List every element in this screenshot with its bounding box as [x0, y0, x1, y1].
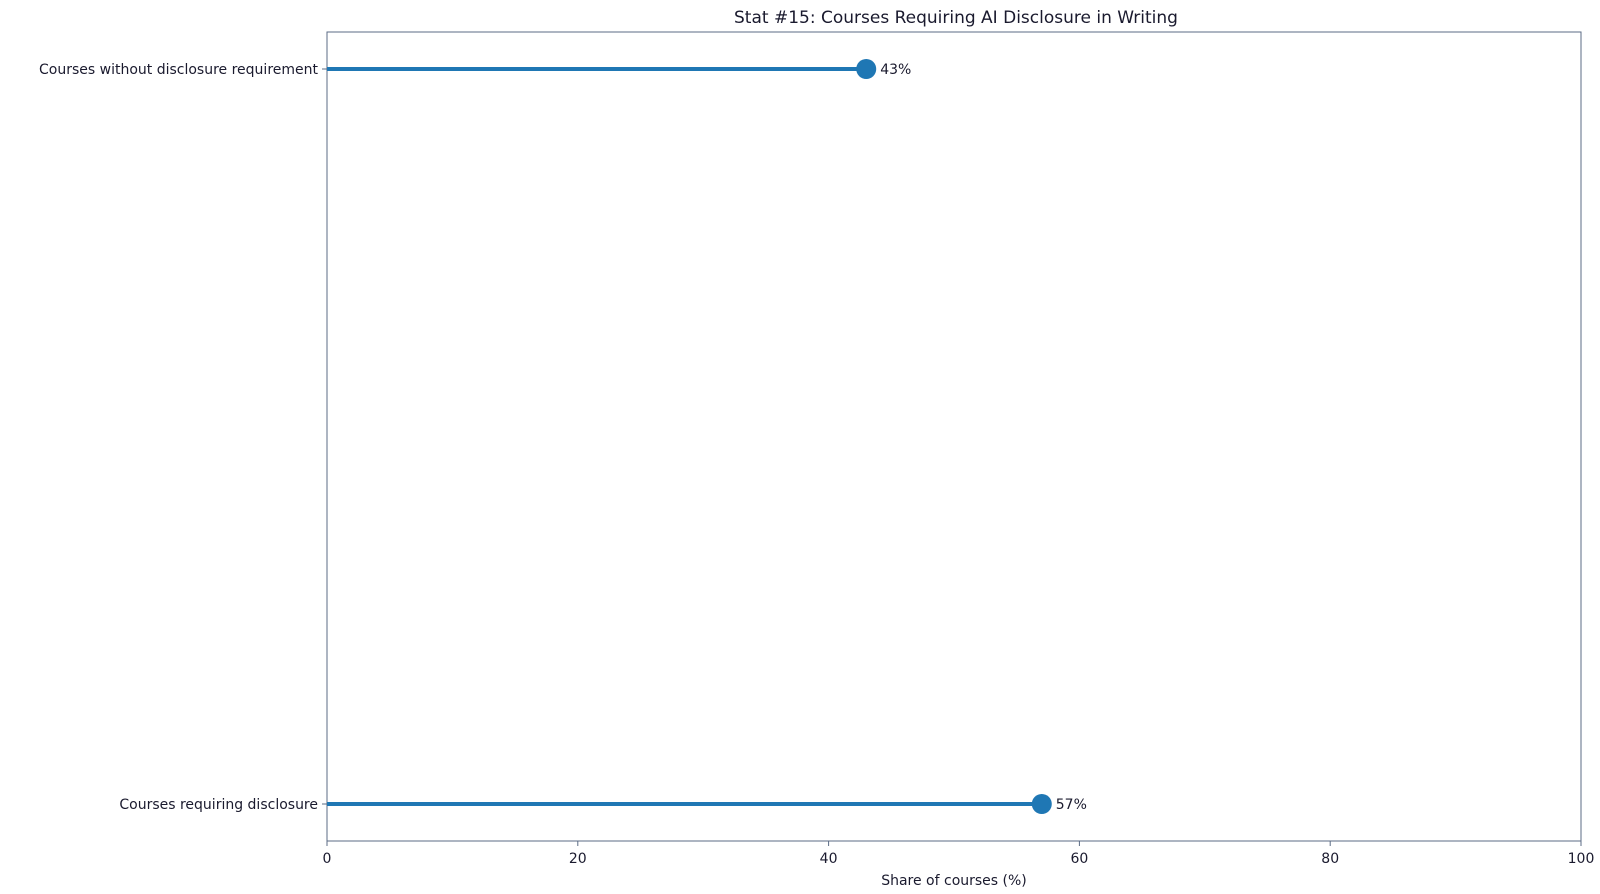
x-tick-label: 60 — [1070, 851, 1088, 867]
chart-title: Stat #15: Courses Requiring AI Disclosur… — [734, 8, 1178, 28]
x-tick-label: 0 — [323, 851, 332, 867]
data-labels: 57% 43% — [880, 62, 1087, 813]
x-axis: 0 20 40 60 80 100 — [323, 841, 1595, 867]
category-label: Courses requiring disclosure — [119, 797, 318, 813]
lollipop-dots — [856, 59, 1052, 814]
x-axis-label: Share of courses (%) — [881, 873, 1027, 889]
data-label: 43% — [880, 62, 911, 78]
data-label: 57% — [1056, 797, 1087, 813]
x-tick-label: 100 — [1568, 851, 1595, 867]
x-tick-label: 20 — [569, 851, 587, 867]
category-label: Courses without disclosure requirement — [39, 62, 318, 78]
x-tick-label: 40 — [820, 851, 838, 867]
lollipop-dot — [856, 59, 877, 79]
chart: Stat #15: Courses Requiring AI Disclosur… — [39, 8, 1595, 889]
plot-area-frame — [326, 31, 1582, 842]
y-axis: Courses requiring disclosure Courses with… — [39, 62, 327, 813]
x-tick-label: 80 — [1321, 851, 1339, 867]
lollipop-dot — [1031, 794, 1052, 814]
lollipop-stems — [327, 67, 1042, 806]
